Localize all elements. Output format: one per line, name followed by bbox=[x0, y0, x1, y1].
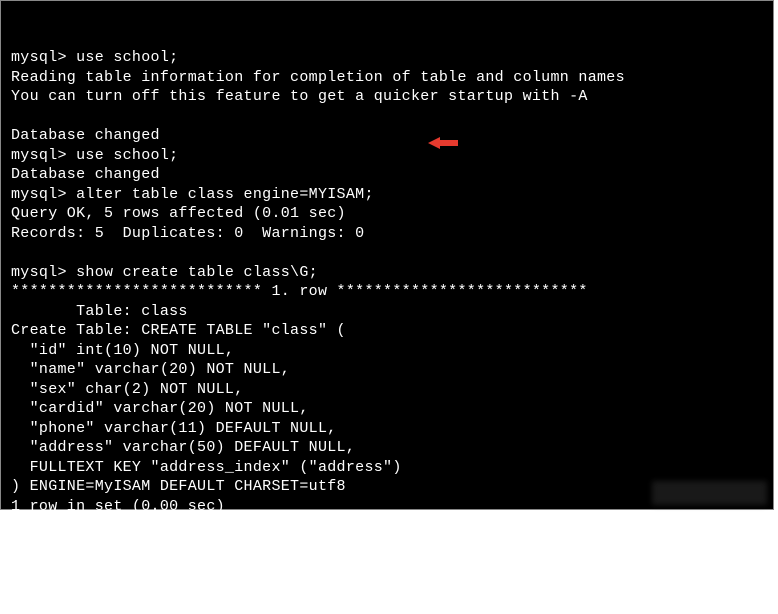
terminal-line: Records: 5 Duplicates: 0 Warnings: 0 bbox=[11, 225, 364, 242]
terminal-window[interactable]: mysql> use school; Reading table informa… bbox=[0, 0, 774, 510]
terminal-line: "name" varchar(20) NOT NULL, bbox=[11, 361, 290, 378]
terminal-line: mysql> use school; bbox=[11, 147, 178, 164]
terminal-line: mysql> show create table class\G; bbox=[11, 264, 318, 281]
terminal-line: *************************** 1. row *****… bbox=[11, 283, 588, 300]
terminal-line: mysql> alter table class engine=MYISAM; bbox=[11, 186, 374, 203]
terminal-line: "address" varchar(50) DEFAULT NULL, bbox=[11, 439, 355, 456]
terminal-line: FULLTEXT KEY "address_index" ("address") bbox=[11, 459, 402, 476]
terminal-line: Reading table information for completion… bbox=[11, 69, 625, 86]
terminal-line: ) ENGINE=MyISAM DEFAULT CHARSET=utf8 bbox=[11, 478, 346, 495]
terminal-line: 1 row in set (0.00 sec) bbox=[11, 498, 225, 515]
terminal-line: You can turn off this feature to get a q… bbox=[11, 88, 588, 105]
terminal-line: "cardid" varchar(20) NOT NULL, bbox=[11, 400, 309, 417]
terminal-line: Table: class bbox=[11, 303, 188, 320]
terminal-line: mysql> use school; bbox=[11, 49, 178, 66]
terminal-line: "id" int(10) NOT NULL, bbox=[11, 342, 234, 359]
watermark-blur bbox=[652, 481, 767, 505]
terminal-line: "sex" char(2) NOT NULL, bbox=[11, 381, 244, 398]
terminal-line: Database changed bbox=[11, 166, 160, 183]
terminal-line: Query OK, 5 rows affected (0.01 sec) bbox=[11, 205, 346, 222]
terminal-output: mysql> use school; Reading table informa… bbox=[11, 48, 763, 516]
terminal-line: Create Table: CREATE TABLE "class" ( bbox=[11, 322, 346, 339]
terminal-line: "phone" varchar(11) DEFAULT NULL, bbox=[11, 420, 337, 437]
terminal-line: Database changed bbox=[11, 127, 160, 144]
